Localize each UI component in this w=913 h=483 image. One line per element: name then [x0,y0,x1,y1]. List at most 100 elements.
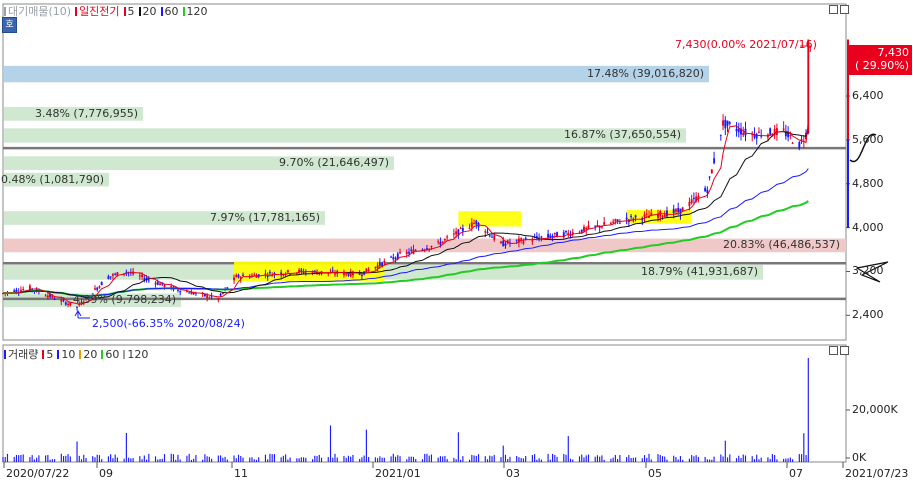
candle-body [625,217,628,220]
candle-body [666,210,668,217]
candle-body [226,287,229,289]
legend-marker [123,7,126,16]
legend-marker [57,350,60,359]
price-pane-frame [2,3,847,341]
legend-item[interactable]: 5 [42,348,53,361]
candle-body [378,262,381,266]
candle-body [203,294,206,297]
legend-label: 20 [142,5,157,18]
x-tick-label: 09 [99,467,113,480]
candle-body [374,266,377,269]
legend-marker [79,350,82,359]
legend-marker [182,7,185,16]
x-tick-label: 2021/07/23 [845,467,909,480]
maximize-icon[interactable] [840,5,849,14]
legend-item[interactable]: 대기매물(10) [4,5,71,18]
candle-body [53,299,56,301]
candle-body [28,285,31,290]
candle-body [188,292,191,294]
candle-body [674,209,677,212]
candle-body [399,252,401,254]
candle-body [710,169,713,174]
legend-label: 5 [127,5,135,18]
candle-body [486,231,489,233]
candle-body [484,231,487,233]
x-tick-label: 03 [506,467,520,480]
candle-body [163,284,166,287]
legend-item[interactable]: 10 [57,348,75,361]
candle-body [179,290,182,293]
legend-marker [42,350,45,359]
candle-body [408,252,410,254]
last-change: ( 29.90%) [854,59,909,72]
candle-body [141,274,144,277]
chart-type-badge[interactable]: 호 [2,17,17,33]
low-annotation: 2,500(-66.35% 2020/08/24) [92,317,245,330]
candle-body [706,189,709,194]
x-tick-label: 11 [234,467,248,480]
candle-body [233,277,236,281]
minimize-icon[interactable] [829,5,838,14]
x-tick-label: 2020/07/22 [6,467,70,480]
candle-body [430,245,433,248]
legend-item[interactable]: 일진전기 [75,5,120,18]
legend-item[interactable]: 20 [79,348,97,361]
candle-body [392,257,395,260]
legend-marker [138,7,141,16]
candle-body [704,188,707,192]
price-tick-label: 4,000 [852,220,884,234]
legend-item[interactable]: 60 [160,5,179,18]
candle-body [446,236,449,238]
legend-item[interactable]: 5 [123,5,135,18]
volume-tick-label: 20,000K [852,403,898,416]
candle-body [383,261,386,263]
candle-body [390,256,393,258]
volume-maximize-icon[interactable] [840,346,849,355]
legend-marker [75,7,78,16]
candle-body [520,238,523,240]
candle-body [67,303,70,305]
candle-body [242,274,244,276]
candle-body [461,227,464,232]
candle-body [69,302,72,306]
volume-minimize-icon[interactable] [829,346,838,355]
candle-body [46,295,49,298]
volume-tick-label: 0K [852,451,867,464]
legend-item[interactable]: 거래량 [4,348,38,361]
candle-body [491,236,493,238]
legend-item[interactable]: 120 [182,5,208,18]
candle-body [690,199,693,204]
candle-body [468,227,471,229]
candle-body [98,286,101,288]
volume-profile-label: 3.48% (7,776,955) [34,106,138,120]
candle-body [612,221,615,223]
high-annotation: 7,430(0.00% 2021/07/16) [675,38,817,51]
legend-item[interactable]: 60 [101,348,119,361]
candle-body [410,249,413,251]
candle-body [618,222,621,224]
volume-profile-label: 18.79% (41,931,687) [640,265,758,279]
legend-item[interactable]: 20 [138,5,157,18]
candle-body [107,276,110,280]
candle-body [405,251,408,254]
candle-body [531,240,534,242]
candle-body [724,119,727,129]
candle-body [109,276,112,278]
candle-body [661,215,664,217]
x-tick-label: 2021/01 [375,467,421,480]
candle-body [219,294,222,296]
volume-profile-label: 7.97% (17,781,165) [209,211,320,224]
candle-body [488,235,491,237]
legend-label: 대기매물(10) [8,5,72,18]
legend-item[interactable]: 120 [123,348,148,361]
candle-body [111,274,114,276]
candle-body [253,274,256,276]
candle-body [500,241,502,244]
candle-body [441,241,444,244]
x-tick-label: 05 [648,467,662,480]
candle-body [264,273,267,275]
last-price-tag: 7,430 ( 29.90%) [849,45,912,75]
candle-body [334,273,336,275]
volume-profile-label: 4.39% (9,798,234) [72,293,176,307]
candle-body [154,282,157,285]
